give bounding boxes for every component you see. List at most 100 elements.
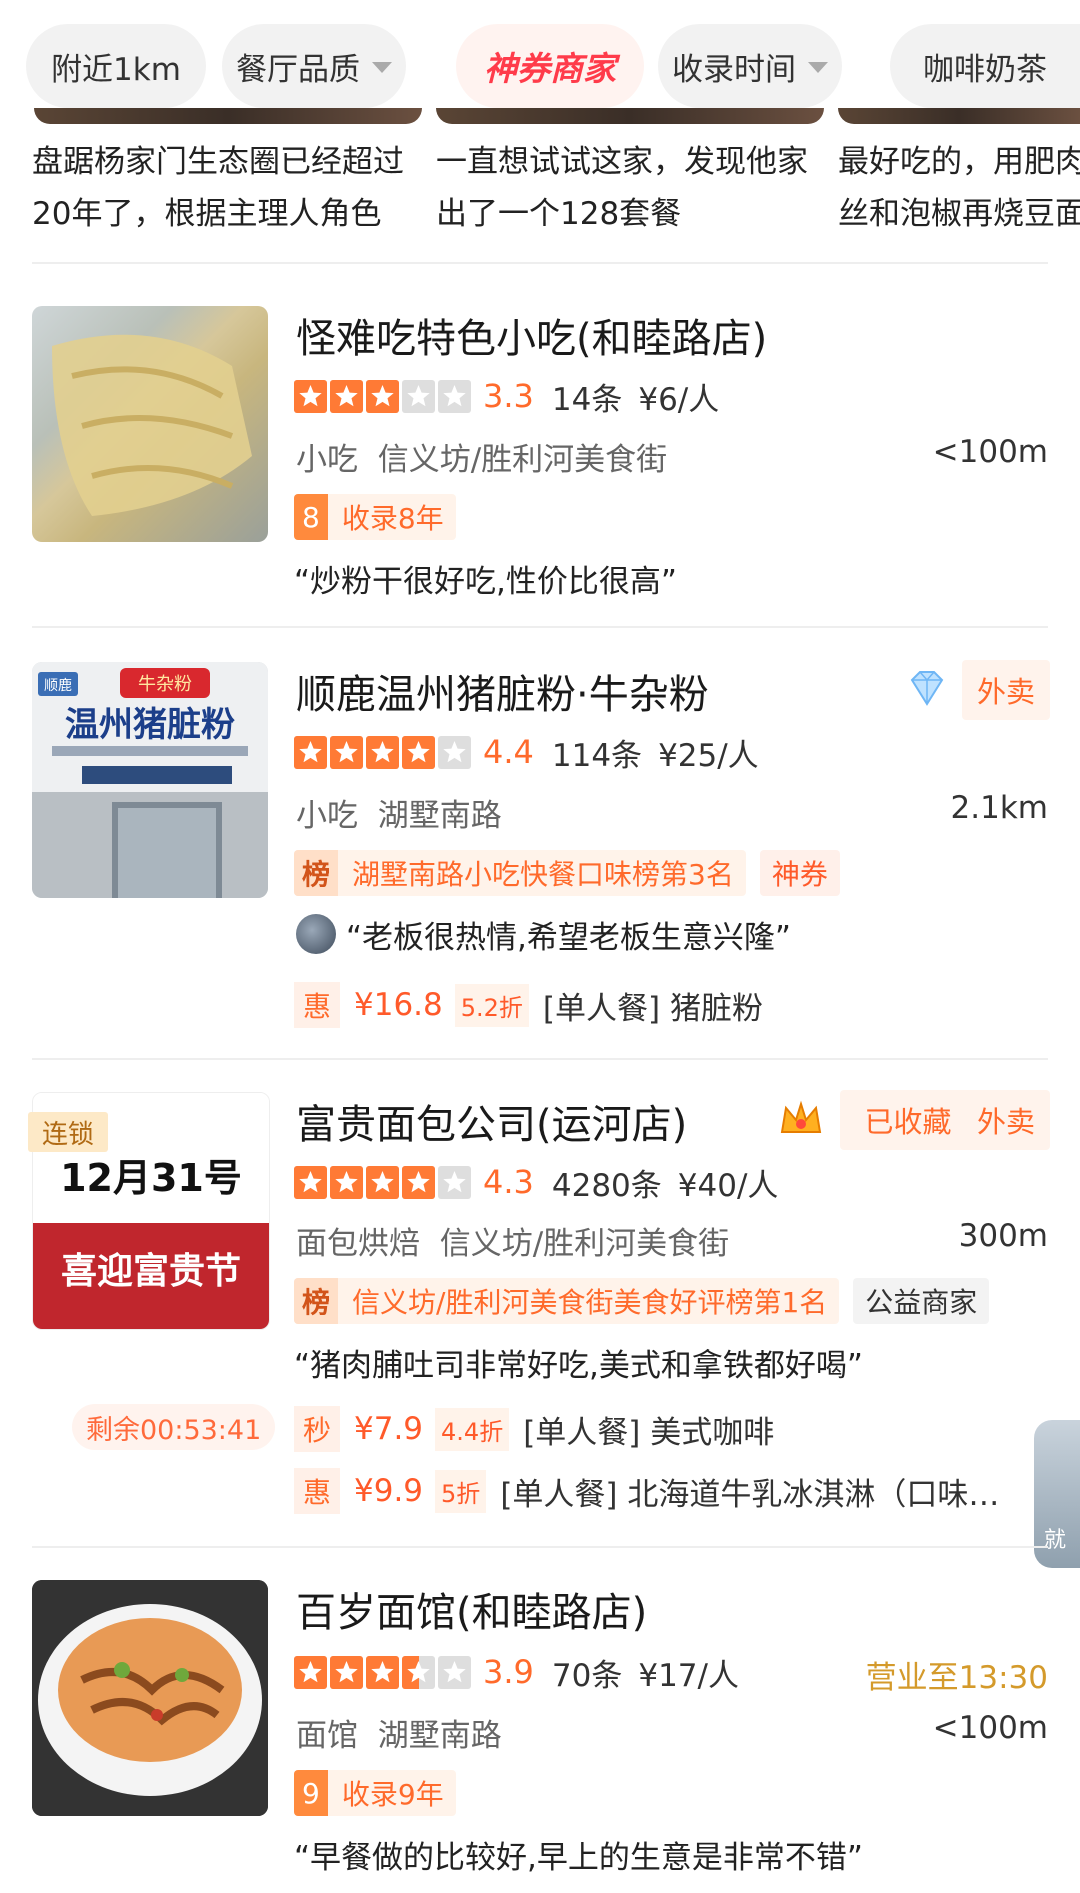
collected-badge[interactable]: 已收藏 (840, 1090, 976, 1150)
top-card-line: 出了一个128套餐 (436, 196, 682, 232)
star-icon (294, 735, 327, 769)
star-icon (402, 1165, 435, 1199)
shop-thumbnail[interactable]: 牛杂粉 顺鹿 温州猪脏粉 (32, 662, 268, 898)
shop-category: 小吃 (296, 798, 358, 834)
star-rating (294, 735, 471, 769)
shop-category: 小吃 (296, 442, 358, 478)
coupon-tag: 神券 (759, 850, 840, 896)
shop-category: 面包烘焙 (296, 1226, 420, 1262)
distance: 300m (958, 1218, 1048, 1254)
top-card-line: 丝和泡椒再烧豆面 (838, 196, 1080, 232)
deal-name: [单人餐] 美式咖啡 (523, 1414, 775, 1451)
deal-price: ¥9.9 (354, 1473, 424, 1509)
years-badge: 8 (294, 494, 328, 540)
filter-collected-time[interactable]: 收录时间 (658, 24, 842, 108)
delivery-badge[interactable]: 外卖 (962, 1090, 1050, 1150)
top-card-text[interactable]: 一直想试试这家，发现他家 出了一个128套餐 (436, 136, 826, 240)
ranking-label: 信义坊/胜利河美食街美食好评榜第1名 (352, 1286, 828, 1319)
diamond-icon (910, 671, 944, 706)
ranking-tag[interactable]: 榜湖墅南路小吃快餐口味榜第3名 (294, 850, 746, 896)
review-quote: “早餐做的比较好,早上的生意是非常不错” (294, 1840, 863, 1876)
star-icon (294, 1165, 327, 1199)
countdown-timer: 剩余00:53:41 (72, 1404, 276, 1450)
rating-score: 3.9 (483, 1653, 534, 1691)
star-icon (330, 379, 363, 413)
floating-button-label: 就 (1044, 1528, 1067, 1553)
star-icon (330, 735, 363, 769)
tag-row: 9 收录9年 (294, 1770, 456, 1816)
filter-label: 咖啡奶茶 (923, 51, 1047, 88)
avg-price: ¥25/人 (658, 737, 759, 774)
ranking-label: 湖墅南路小吃快餐口味榜第3名 (352, 858, 734, 891)
review-quote: “老板很热情,希望老板生意兴隆” (346, 920, 791, 956)
filter-label: 神券商家 (484, 49, 616, 88)
shop-name[interactable]: 富贵面包公司(运河店) (296, 1092, 687, 1150)
top-card-image[interactable] (838, 108, 1080, 124)
avg-price: ¥17/人 (638, 1657, 739, 1694)
deal-price: ¥16.8 (354, 987, 443, 1023)
avg-price: ¥6/人 (638, 381, 720, 418)
deal-row[interactable]: 惠 ¥16.8 5.2折 [单人餐] 猪脏粉 (294, 982, 763, 1028)
shop-name[interactable]: 怪难吃特色小吃(和睦路店) (296, 306, 767, 364)
tag-row: 榜湖墅南路小吃快餐口味榜第3名 神券 (294, 850, 840, 896)
chevron-down-icon (372, 62, 392, 73)
divider (32, 626, 1048, 628)
top-card-image[interactable] (34, 108, 422, 124)
tag-label: 收录8年 (341, 502, 444, 535)
shop-meta: 小吃 信义坊/胜利河美食街 (296, 434, 667, 479)
avg-price: ¥40/人 (677, 1167, 779, 1204)
deal-row[interactable]: 秒 ¥7.9 4.4折 [单人餐] 美式咖啡 (294, 1406, 774, 1452)
shop-meta: 面馆 湖墅南路 (296, 1710, 502, 1755)
top-card-image[interactable] (436, 108, 824, 124)
top-card-text[interactable]: 最好吃的，用肥肉 丝和泡椒再烧豆面 (838, 136, 1080, 240)
shop-thumbnail[interactable] (32, 1580, 268, 1816)
review-count: 4280条 (551, 1167, 662, 1204)
shop-meta: 小吃 湖墅南路 (296, 790, 502, 835)
rating-row: 4.3 4280条 ¥40/人 (294, 1162, 779, 1204)
rating-row: 3.9 70条 ¥17/人 (294, 1652, 739, 1694)
collected-years-tag: 8 收录8年 (294, 494, 456, 540)
star-icon (402, 1655, 435, 1689)
review-quote: “猪肉脯吐司非常好吃,美式和拿铁都好喝” (294, 1348, 863, 1384)
shop-thumbnail[interactable] (32, 306, 268, 542)
rating-row: 4.4 114条 ¥25/人 (294, 732, 759, 774)
shop-name[interactable]: 百岁面馆(和睦路店) (296, 1580, 647, 1638)
chevron-down-icon (808, 62, 828, 73)
storefront-photo: 牛杂粉 顺鹿 温州猪脏粉 (32, 662, 268, 898)
filter-label: 收录时间 (672, 51, 796, 88)
sign-top-text: 牛杂粉 (138, 674, 192, 695)
divider (32, 262, 1048, 264)
filter-quality[interactable]: 餐厅品质 (222, 24, 406, 108)
delivery-badge[interactable]: 外卖 (962, 660, 1050, 720)
deal-name: [单人餐] 北海道牛乳冰淇淋（口味… (500, 1476, 1000, 1513)
top-card-text[interactable]: 盘踞杨家门生态圈已经超过 20年了，根据主理人角色 (32, 136, 422, 240)
filter-coupon-merchants[interactable]: 神券商家 (456, 24, 644, 108)
top-card-line: 20年了，根据主理人角色 (32, 196, 382, 232)
deal-discount: 4.4折 (435, 1407, 510, 1451)
opening-hours: 营业至13:30 (865, 1660, 1048, 1696)
star-icon (438, 1165, 471, 1199)
tag-row: 榜信义坊/胜利河美食街美食好评榜第1名 公益商家 (294, 1278, 990, 1324)
distance: <100m (932, 1710, 1048, 1746)
star-icon (294, 379, 327, 413)
filter-coffee-tea[interactable]: 咖啡奶茶 (890, 24, 1080, 108)
top-card-line: 盘踞杨家门生态圈已经超过 (32, 144, 404, 180)
shop-name[interactable]: 顺鹿温州猪脏粉·牛杂粉 (296, 662, 709, 720)
star-icon (438, 735, 471, 769)
rating-row: 3.3 14条 ¥6/人 (294, 376, 720, 418)
sign-main-text: 温州猪脏粉 (65, 705, 235, 745)
divider (32, 1546, 1048, 1548)
deal-name: [单人餐] 猪脏粉 (542, 990, 763, 1027)
shop-area: 湖墅南路 (377, 798, 502, 834)
deal-row[interactable]: 惠 ¥9.9 5折 [单人餐] 北海道牛乳冰淇淋（口味… (294, 1468, 999, 1514)
rating-score: 4.4 (483, 733, 534, 771)
collected-years-tag: 9 收录9年 (294, 1770, 456, 1816)
deal-badge: 惠 (294, 982, 340, 1028)
star-icon (366, 1165, 399, 1199)
review-count: 70条 (551, 1657, 623, 1694)
ranking-tag[interactable]: 榜信义坊/胜利河美食街美食好评榜第1名 (294, 1278, 840, 1324)
distance: <100m (932, 434, 1048, 470)
star-icon (402, 379, 435, 413)
avatar (296, 914, 336, 954)
filter-nearby[interactable]: 附近1km (26, 24, 206, 108)
